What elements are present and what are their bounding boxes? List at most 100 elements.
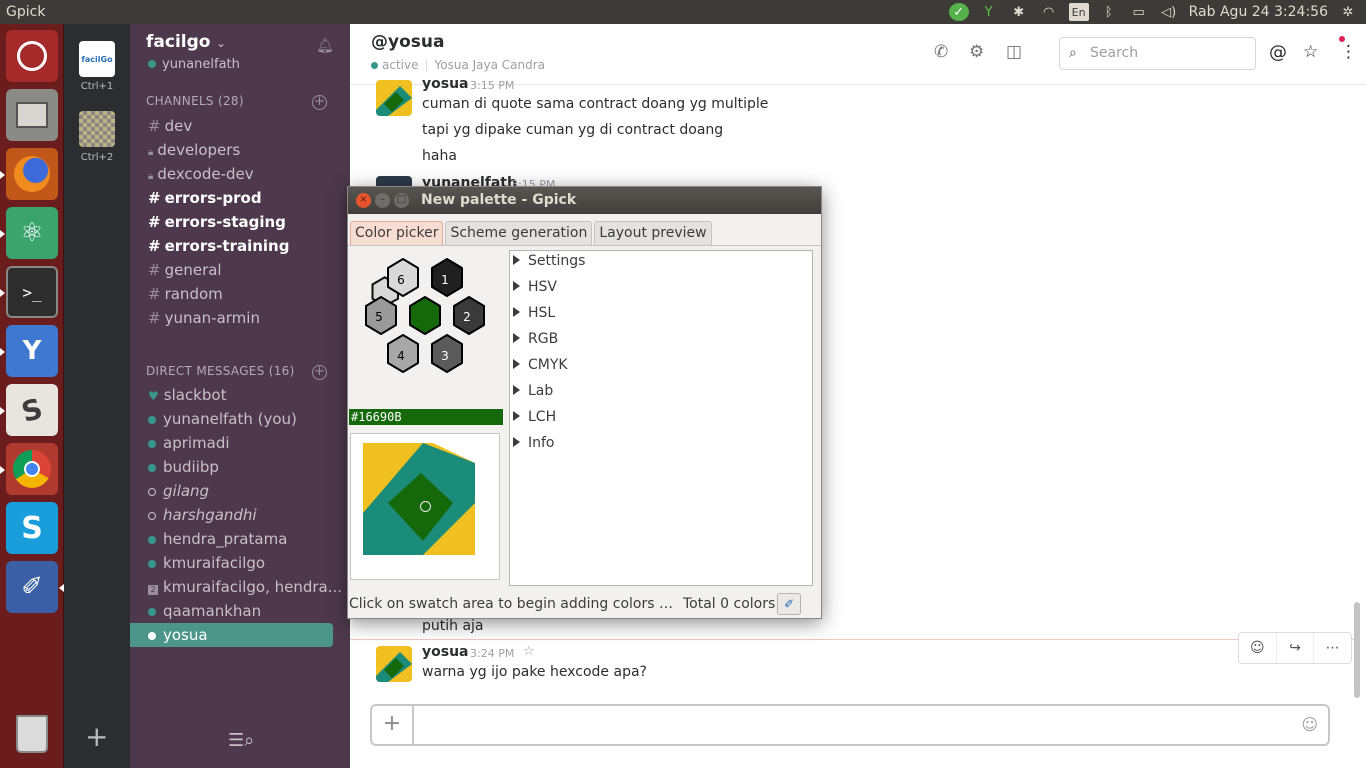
message-author[interactable]: yosua (422, 76, 469, 92)
tab-color-picker[interactable]: Color picker (350, 221, 444, 245)
trash-icon[interactable] (6, 708, 58, 760)
top-panel: Gpick ✓ Y ✱ ◠ En ᛒ ▭ ◁) Rab Agu 24 3:24:… (0, 0, 1366, 24)
attach-button[interactable]: + (372, 706, 414, 744)
workspace-name[interactable]: facilgo ⌄ (146, 32, 226, 52)
dm-kmuraifacilgo[interactable]: kmuraifacilgo (130, 551, 350, 575)
skype-icon[interactable]: S (6, 502, 58, 554)
message-author[interactable]: yosua (422, 644, 469, 660)
zoom-cursor (420, 501, 431, 512)
atom-icon[interactable]: ⚛ (6, 207, 58, 259)
expand-arrow-icon (513, 359, 520, 369)
team-facilgo-icon[interactable]: facilGo (79, 41, 115, 77)
emoji-icon[interactable]: ☺ (1301, 715, 1318, 734)
sidebar-toggle-icon[interactable]: ◫ (1006, 42, 1022, 62)
dm-budiibp[interactable]: budiibp (130, 455, 350, 479)
tree-hsv[interactable]: HSV (513, 279, 557, 295)
channel-developers[interactable]: 🔒︎ developers (130, 138, 350, 162)
gear-icon[interactable]: ⚙ (969, 42, 984, 62)
ubuntu-dash-icon[interactable] (6, 30, 58, 82)
tree-hsl[interactable]: HSL (513, 305, 555, 321)
bluetooth-icon[interactable]: ᛒ (1099, 3, 1119, 21)
zoom-preview[interactable] (350, 433, 500, 580)
team-2-icon[interactable] (79, 111, 115, 147)
expand-arrow-icon (513, 333, 520, 343)
scrollbar[interactable] (1354, 602, 1360, 698)
slack-icon[interactable]: S (6, 384, 58, 436)
tab-scheme-generation[interactable]: Scheme generation (445, 221, 593, 245)
battery-icon[interactable]: ▭ (1129, 3, 1149, 21)
tree-cmyk[interactable]: CMYK (513, 357, 568, 373)
swatch-hexagons[interactable]: 6 1 5 2 4 3 (354, 256, 499, 381)
channel-errors-training[interactable]: # errors-training (130, 234, 350, 258)
channel-dev[interactable]: # dev (130, 114, 350, 138)
channel-random[interactable]: # random (130, 282, 350, 306)
wifi-icon[interactable]: ◠ (1039, 3, 1059, 21)
minimize-icon[interactable]: – (375, 193, 390, 208)
network-tool-icon[interactable]: Y (979, 3, 999, 21)
channel-errors-staging[interactable]: # errors-staging (130, 210, 350, 234)
bell-icon[interactable]: 🔔︎ (316, 38, 334, 54)
check-icon[interactable]: ✓ (948, 3, 969, 21)
add-reaction-icon[interactable]: ☺ (1239, 633, 1277, 663)
tree-info[interactable]: Info (513, 435, 555, 451)
channel-dexcode-dev[interactable]: 🔒︎ dexcode-dev (130, 162, 350, 186)
chrome-icon[interactable] (6, 443, 58, 495)
more-vertical-icon[interactable]: ⋮ (1340, 42, 1357, 62)
keyboard-layout[interactable]: En (1068, 3, 1089, 21)
clock[interactable]: Rab Agu 24 3:24:56 (1189, 4, 1328, 20)
message-time[interactable]: 3:15 PM (470, 79, 514, 92)
dm-yosua[interactable]: yosua (130, 623, 333, 647)
maximize-icon[interactable]: □ (394, 193, 409, 208)
tree-settings[interactable]: Settings (513, 253, 585, 269)
gpick-eyedropper-icon[interactable]: ✐ (6, 561, 58, 613)
dm-gilang[interactable]: gilang (130, 479, 350, 503)
notification-dot (1339, 36, 1345, 42)
avatar[interactable] (376, 80, 412, 116)
add-channel-button[interactable]: + (312, 95, 327, 110)
message-time[interactable]: 3:24 PM (470, 647, 514, 660)
dm-hendra-pratama[interactable]: hendra_pratama (130, 527, 350, 551)
phone-icon[interactable]: ✆ (934, 42, 948, 62)
volume-icon[interactable]: ◁) (1159, 3, 1179, 21)
more-actions-icon[interactable]: ⋯ (1314, 633, 1351, 663)
star-icon[interactable]: ☆ (1303, 42, 1318, 62)
message-actions: ☺ ↪ ⋯ (1238, 632, 1352, 664)
message-composer[interactable]: + ☺ (370, 704, 1330, 746)
gpick-window: New palette - Gpick × – □ Color picker S… (347, 186, 822, 619)
files-icon[interactable] (6, 89, 58, 141)
window-title[interactable]: New palette - Gpick (348, 187, 821, 214)
dm-slackbot[interactable]: ♥ slackbot (130, 383, 350, 407)
quick-switcher-icon[interactable]: ☰⌕ (228, 730, 254, 751)
tree-lch[interactable]: LCH (513, 409, 556, 425)
tree-rgb[interactable]: RGB (513, 331, 558, 347)
dm-harshgandhi[interactable]: harshgandhi (130, 503, 350, 527)
direct-messages-header[interactable]: DIRECT MESSAGES (16) (146, 364, 295, 378)
channels-header[interactable]: CHANNELS (28) (146, 94, 244, 108)
close-icon[interactable]: × (356, 193, 371, 208)
message-text: warna yg ijo pake hexcode apa? (422, 664, 647, 680)
new-messages-divider (350, 639, 1354, 640)
star-message-icon[interactable]: ☆ (523, 644, 535, 659)
app-blue-icon[interactable]: Y (6, 325, 58, 377)
settings-icon[interactable]: ✲ (1338, 3, 1358, 21)
dm-yunanelfath[interactable]: yunanelfath (you) (130, 407, 350, 431)
avatar[interactable] (376, 646, 412, 682)
share-icon[interactable]: ↪ (1277, 633, 1315, 663)
terminal-icon[interactable]: >_ (6, 266, 58, 318)
mentions-icon[interactable]: @ (1269, 42, 1287, 63)
hex-color-value[interactable]: #16690B (349, 409, 503, 425)
add-dm-button[interactable]: + (312, 365, 327, 380)
firefox-icon[interactable] (6, 148, 58, 200)
eyedropper-button[interactable]: ✐ (777, 593, 801, 615)
gear-tray-icon[interactable]: ✱ (1009, 3, 1029, 21)
tab-layout-preview[interactable]: Layout preview (594, 221, 712, 245)
dm-aprimadi[interactable]: aprimadi (130, 431, 350, 455)
search-input[interactable]: ⌕ Search (1059, 37, 1256, 70)
channel-errors-prod[interactable]: # errors-prod (130, 186, 350, 210)
channel-general[interactable]: # general (130, 258, 350, 282)
tree-lab[interactable]: Lab (513, 383, 553, 399)
add-team-button[interactable]: + (85, 720, 108, 753)
channel-yunan-armin[interactable]: # yunan-armin (130, 306, 350, 330)
dm-group-kmuraifacilgo-hendra[interactable]: 2 kmuraifacilgo, hendra... (130, 575, 350, 599)
dm-qaamankhan[interactable]: qaamankhan (130, 599, 350, 623)
